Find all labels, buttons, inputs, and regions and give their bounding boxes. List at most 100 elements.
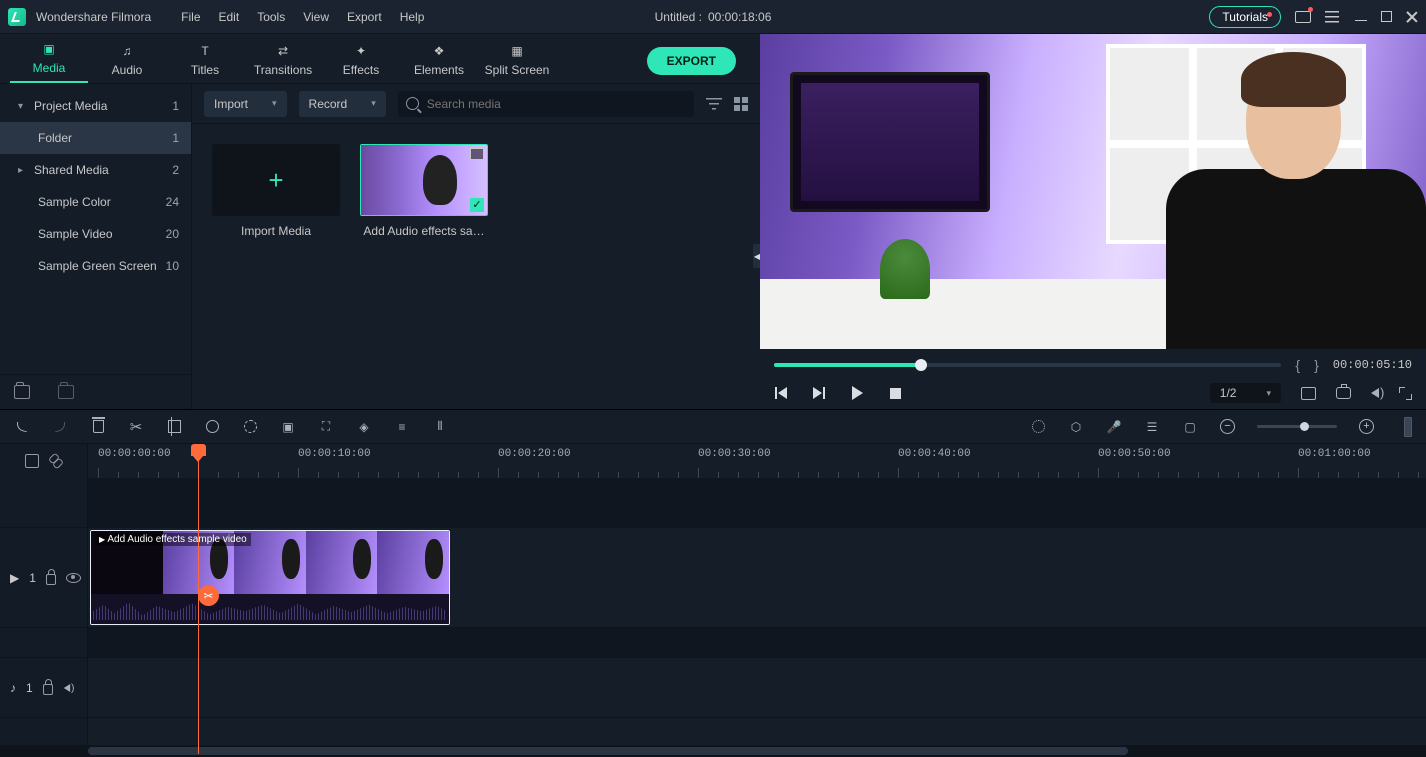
delete-icon[interactable] xyxy=(90,419,106,435)
redo-icon[interactable] xyxy=(52,419,68,435)
lock-icon[interactable] xyxy=(43,684,53,695)
crop-icon[interactable] xyxy=(166,419,182,435)
tab-label: Transitions xyxy=(254,63,312,77)
import-media-tile[interactable]: + Import Media xyxy=(212,144,340,238)
audio-track-lane[interactable] xyxy=(88,658,1426,718)
snapshot-icon[interactable] xyxy=(1336,387,1351,399)
messages-icon[interactable] xyxy=(1295,9,1311,25)
tab-media[interactable]: ▣Media xyxy=(10,40,88,83)
menu-edit[interactable]: Edit xyxy=(219,10,240,24)
video-track-lane[interactable]: Add Audio effects sample video xyxy=(88,528,1426,628)
next-frame-button[interactable] xyxy=(812,386,826,400)
audio-track-header[interactable]: ♪1 xyxy=(0,658,87,718)
visibility-icon[interactable] xyxy=(66,573,81,583)
stop-button[interactable] xyxy=(888,386,902,400)
preview-content xyxy=(880,239,930,299)
sidebar-item-sample-color[interactable]: Sample Color24 xyxy=(0,186,191,218)
tab-effects[interactable]: ✦Effects xyxy=(322,42,400,83)
tab-audio[interactable]: ♫Audio xyxy=(88,42,166,83)
link-icon[interactable] xyxy=(49,454,63,468)
timeline-scrollbar[interactable] xyxy=(0,745,1426,757)
menu-tools[interactable]: Tools xyxy=(257,10,285,24)
new-folder-icon[interactable] xyxy=(14,385,30,399)
ruler-label: 00:00:20:00 xyxy=(498,448,571,460)
dropdown-label: Import xyxy=(214,97,248,111)
mark-out-button[interactable]: } xyxy=(1314,357,1319,373)
zoom-out-button[interactable]: − xyxy=(1220,419,1235,434)
tab-transitions[interactable]: ⇄Transitions xyxy=(244,42,322,83)
ruler-label: 00:00:00:00 xyxy=(98,448,171,460)
split-icon[interactable]: ✂ xyxy=(128,419,144,435)
sidebar-item-project-media[interactable]: ▾Project Media1 xyxy=(0,90,191,122)
timeline-ruler[interactable]: ✂ 00:00:00:0000:00:10:0000:00:20:0000:00… xyxy=(88,444,1426,478)
video-track-header[interactable]: ▶1 xyxy=(0,528,87,628)
menu-help[interactable]: Help xyxy=(400,10,425,24)
menu-view[interactable]: View xyxy=(303,10,329,24)
green-screen-icon[interactable]: ▣ xyxy=(280,419,296,435)
adjust-icon[interactable]: ≡ xyxy=(394,419,410,435)
check-icon: ✓ xyxy=(470,198,484,212)
crop-zoom-icon[interactable]: ⛶ xyxy=(318,419,334,435)
tasklist-icon[interactable] xyxy=(1325,9,1341,25)
window-maximize-icon[interactable] xyxy=(1381,11,1392,22)
tutorials-button[interactable]: Tutorials xyxy=(1209,6,1281,28)
mute-icon[interactable] xyxy=(63,684,69,692)
lock-icon[interactable] xyxy=(46,574,56,585)
mark-in-button[interactable]: { xyxy=(1295,357,1300,373)
marker-icon[interactable]: ⬡ xyxy=(1068,419,1084,435)
menu-file[interactable]: File xyxy=(181,10,200,24)
sidebar-label: Folder xyxy=(38,131,72,145)
tab-titles[interactable]: TTitles xyxy=(166,42,244,83)
volume-icon[interactable] xyxy=(1371,388,1379,398)
tab-label: Audio xyxy=(112,63,143,77)
display-quality-icon[interactable] xyxy=(1301,387,1316,400)
sidebar-item-sample-video[interactable]: Sample Video20 xyxy=(0,218,191,250)
zoom-in-button[interactable]: + xyxy=(1359,419,1374,434)
sidebar-count: 2 xyxy=(172,163,179,177)
preview-scrubber[interactable] xyxy=(774,363,1281,367)
scrubber-handle[interactable] xyxy=(915,359,927,371)
timeline-lanes[interactable]: Add Audio effects sample video xyxy=(88,478,1426,745)
search-field[interactable] xyxy=(398,91,694,117)
menu-bar: File Edit Tools View Export Help xyxy=(181,10,424,24)
prev-frame-button[interactable] xyxy=(774,386,788,400)
import-dropdown[interactable]: Import▾ xyxy=(204,91,287,117)
export-button[interactable]: EXPORT xyxy=(647,47,736,75)
playhead-cut-handle[interactable]: ✂ xyxy=(198,585,219,606)
undo-icon[interactable] xyxy=(14,419,30,435)
audio-meter[interactable] xyxy=(1404,417,1412,437)
window-minimize-icon[interactable] xyxy=(1355,13,1367,21)
tab-split-screen[interactable]: ▦Split Screen xyxy=(478,42,556,83)
grid-view-icon[interactable] xyxy=(734,97,748,111)
voiceover-icon[interactable]: 🎤 xyxy=(1106,419,1122,435)
folder-icon[interactable] xyxy=(58,385,74,399)
menu-export[interactable]: Export xyxy=(347,10,382,24)
audio-adjust-icon[interactable]: ⦀ xyxy=(432,419,448,435)
manage-tracks-icon[interactable] xyxy=(25,454,39,468)
tab-label: Split Screen xyxy=(485,63,550,77)
timeline-zoom-slider[interactable] xyxy=(1257,425,1337,428)
render-icon[interactable] xyxy=(1030,419,1046,435)
search-input[interactable] xyxy=(427,97,686,111)
preview-zoom-dropdown[interactable]: 1/2▾ xyxy=(1210,383,1281,403)
play-button[interactable] xyxy=(850,386,864,400)
chevron-down-icon: ▾ xyxy=(371,98,376,109)
tab-elements[interactable]: ❖Elements xyxy=(400,42,478,83)
picture-icon[interactable]: ▢ xyxy=(1182,419,1198,435)
mixer-icon[interactable]: ☰ xyxy=(1144,419,1160,435)
window-close-icon[interactable] xyxy=(1406,11,1418,23)
media-clip-tile[interactable]: ✓ Add Audio effects sa… xyxy=(360,144,488,238)
track-number: 1 xyxy=(26,681,33,695)
sidebar-item-folder[interactable]: Folder1 xyxy=(0,122,191,154)
filter-icon[interactable] xyxy=(706,96,722,112)
preview-viewport[interactable] xyxy=(760,34,1426,349)
speed-icon[interactable] xyxy=(204,419,220,435)
sidebar-label: Shared Media xyxy=(34,163,109,177)
sidebar-item-sample-green-screen[interactable]: Sample Green Screen10 xyxy=(0,250,191,282)
record-dropdown[interactable]: Record▾ xyxy=(299,91,386,117)
keyframe-icon[interactable]: ◈ xyxy=(356,419,372,435)
timeline-clip[interactable]: Add Audio effects sample video xyxy=(90,530,450,625)
color-icon[interactable] xyxy=(242,419,258,435)
fullscreen-icon[interactable] xyxy=(1399,387,1412,400)
sidebar-item-shared-media[interactable]: ▸Shared Media2 xyxy=(0,154,191,186)
